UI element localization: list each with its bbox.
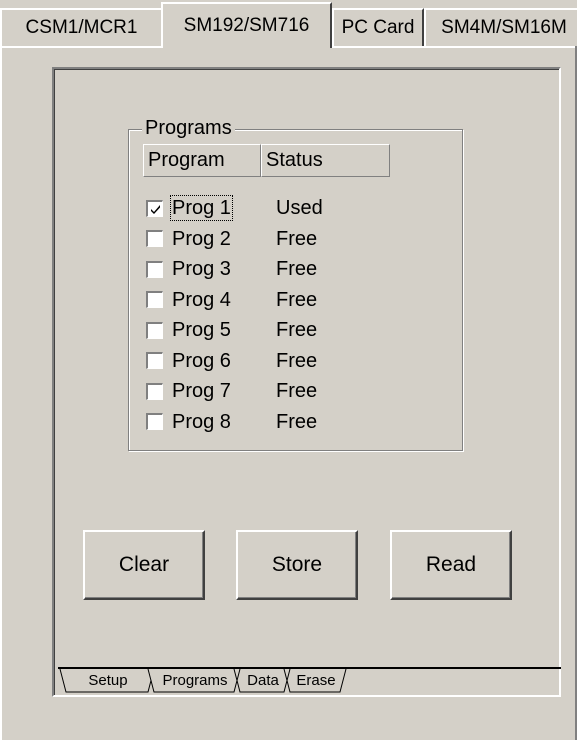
list-item[interactable]: Prog 1 Used bbox=[146, 193, 323, 224]
program-checkbox[interactable] bbox=[146, 352, 163, 370]
store-button-label: Store bbox=[271, 553, 323, 576]
tab-label: Erase bbox=[296, 672, 336, 689]
program-name: Prog 2 bbox=[172, 227, 231, 250]
clear-button[interactable]: Clear bbox=[83, 530, 205, 600]
program-checkbox[interactable] bbox=[146, 260, 163, 278]
program-status: Free bbox=[276, 319, 318, 342]
list-item[interactable]: Prog 2 Free bbox=[146, 224, 323, 255]
column-header-status[interactable]: Status bbox=[261, 144, 390, 177]
tab-csm1-mcr1[interactable]: CSM1/MCR1 bbox=[0, 8, 163, 46]
tab-label: Setup bbox=[88, 672, 128, 689]
tab-label: Programs bbox=[162, 672, 228, 689]
program-checkbox[interactable] bbox=[146, 321, 163, 339]
tab-label: SM4M/SM16M bbox=[441, 17, 567, 38]
tab-erase[interactable]: Erase bbox=[289, 669, 343, 693]
program-name: Prog 4 bbox=[172, 288, 231, 311]
program-checkbox[interactable] bbox=[146, 291, 163, 309]
tab-data[interactable]: Data bbox=[239, 669, 287, 693]
program-name: Prog 7 bbox=[172, 380, 231, 403]
list-item[interactable]: Prog 7 Free bbox=[146, 376, 323, 407]
tab-setup[interactable]: Setup bbox=[68, 669, 148, 693]
store-button[interactable]: Store bbox=[236, 530, 358, 600]
program-name: Prog 1 bbox=[170, 195, 233, 222]
program-status: Free bbox=[276, 410, 318, 433]
tab-pc-card[interactable]: PC Card bbox=[332, 8, 424, 46]
tab-page-border-left bbox=[0, 46, 2, 740]
program-status: Free bbox=[276, 227, 318, 250]
programs-group-title: Programs bbox=[142, 117, 235, 139]
program-status: Free bbox=[276, 349, 318, 372]
program-status: Used bbox=[276, 197, 323, 220]
list-item[interactable]: Prog 6 Free bbox=[146, 346, 323, 377]
read-button-label: Read bbox=[425, 553, 477, 576]
program-name: Prog 5 bbox=[172, 319, 231, 342]
program-checkbox[interactable] bbox=[146, 413, 163, 431]
tab-label: SM192/SM716 bbox=[183, 15, 310, 36]
program-name: Prog 3 bbox=[172, 258, 231, 281]
column-header-label: Program bbox=[148, 149, 225, 171]
tab-label: CSM1/MCR1 bbox=[25, 17, 138, 38]
bottom-tab-strip: Setup Programs Data Erase bbox=[58, 669, 398, 695]
list-item[interactable]: Prog 5 Free bbox=[146, 315, 323, 346]
program-status: Free bbox=[276, 380, 318, 403]
tab-label: PC Card bbox=[341, 17, 415, 38]
tab-programs[interactable]: Programs bbox=[153, 669, 237, 693]
list-item[interactable]: Prog 8 Free bbox=[146, 407, 323, 438]
device-tab-strip: CSM1/MCR1 SM192/SM716 PC Card SM4M/SM16M bbox=[0, 0, 577, 48]
list-item[interactable]: Prog 3 Free bbox=[146, 254, 323, 285]
programs-list-header: Program Status bbox=[143, 144, 390, 177]
program-status: Free bbox=[276, 258, 318, 281]
program-checkbox[interactable] bbox=[146, 199, 163, 217]
tab-label: Data bbox=[247, 672, 279, 689]
column-header-label: Status bbox=[266, 149, 323, 171]
list-item[interactable]: Prog 4 Free bbox=[146, 285, 323, 316]
program-status: Free bbox=[276, 288, 318, 311]
clear-button-label: Clear bbox=[118, 553, 170, 576]
tab-sm192-sm716[interactable]: SM192/SM716 bbox=[161, 2, 332, 48]
read-button[interactable]: Read bbox=[390, 530, 512, 600]
checkmark-icon bbox=[151, 204, 160, 214]
programs-list: Prog 1 Used Prog 2 Free Prog 3 Free Prog… bbox=[146, 193, 323, 437]
program-checkbox[interactable] bbox=[146, 382, 163, 400]
tab-sm4m-sm16m[interactable]: SM4M/SM16M bbox=[424, 8, 577, 46]
program-name: Prog 6 bbox=[172, 349, 231, 372]
program-checkbox[interactable] bbox=[146, 230, 163, 248]
column-header-program[interactable]: Program bbox=[143, 144, 261, 177]
program-name: Prog 8 bbox=[172, 410, 231, 433]
